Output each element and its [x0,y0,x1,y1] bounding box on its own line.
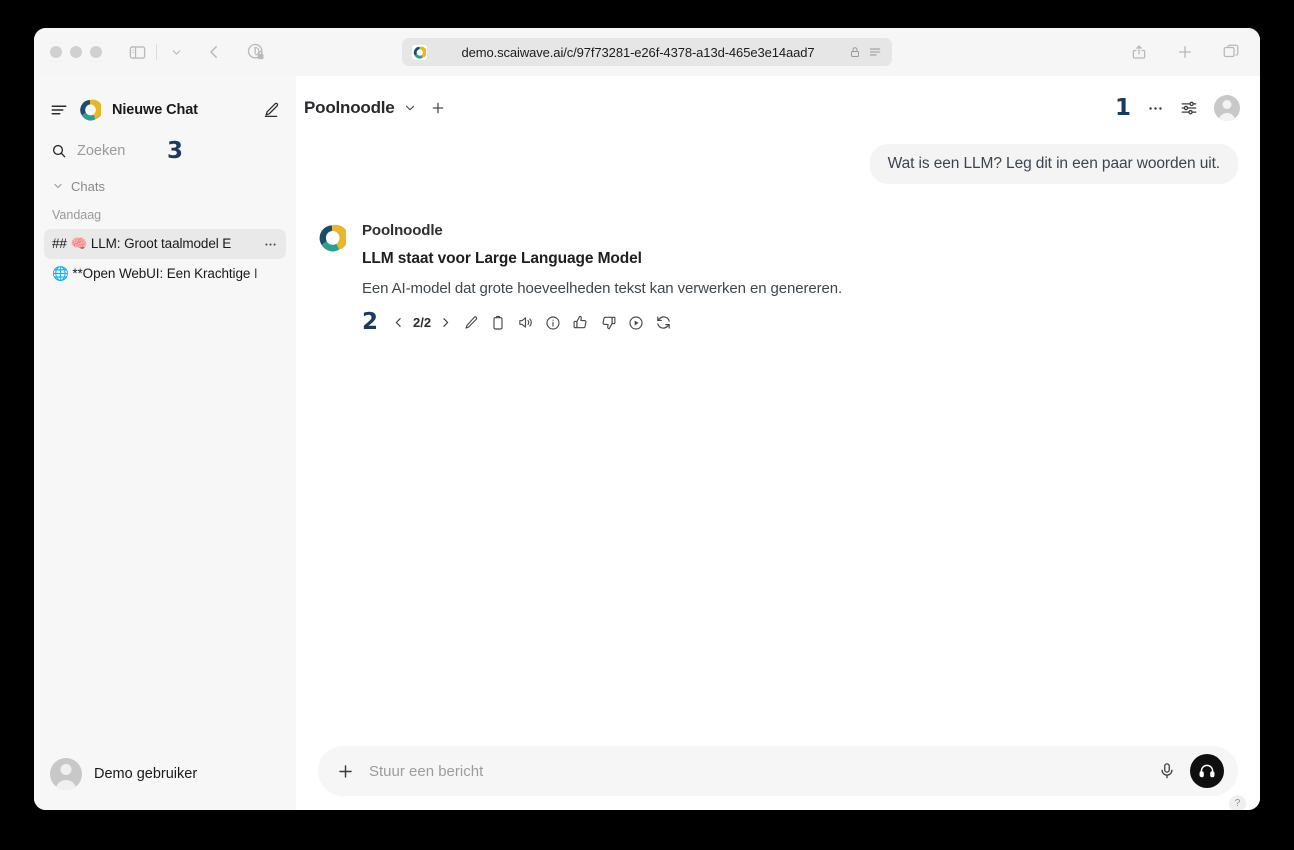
tab-overview-icon[interactable] [1218,39,1244,65]
more-horizontal-icon[interactable] [263,237,278,252]
browser-toolbar: demo.scaiwave.ai/c/97f73281-e26f-4378-a1… [34,28,1260,76]
annotation-marker-2: 2 [362,309,379,335]
response-pager: 2/2 [392,315,452,330]
minimize-window-button[interactable] [70,46,82,58]
more-horizontal-icon[interactable] [1147,100,1164,117]
user-message-row: Wat is een LLM? Leg dit in een paar woor… [318,144,1238,184]
back-arrow-icon[interactable] [201,39,227,65]
site-favicon-icon [412,44,427,60]
model-name: Poolnoodle [304,98,395,117]
add-model-plus-icon[interactable] [430,100,446,116]
sidebar-toggle-icon[interactable] [124,39,150,65]
chevron-down-icon[interactable] [163,39,189,65]
headphones-call-button[interactable] [1190,754,1224,788]
user-message-bubble: Wat is een LLM? Leg dit in een paar woor… [869,144,1238,184]
message-input[interactable] [369,762,1144,780]
address-bar[interactable]: demo.scaiwave.ai/c/97f73281-e26f-4378-a1… [402,38,892,66]
list-item[interactable]: 🌐 **Open WebUI: Een Krachtige I [44,259,286,289]
copy-clipboard-icon[interactable] [490,315,506,331]
assistant-message-row: Poolnoodle LLM staat voor Large Language… [318,222,1238,334]
microphone-icon[interactable] [1158,762,1176,780]
edit-pencil-icon[interactable] [463,315,479,331]
chevron-left-icon[interactable] [392,316,405,329]
attachment-plus-icon[interactable] [336,762,355,781]
sidebar-section-chats[interactable]: Chats [34,174,296,198]
chat-header-actions: 1 [1115,95,1240,121]
lock-icon [849,46,861,58]
model-selector[interactable]: Poolnoodle [304,98,417,118]
list-item[interactable]: ## 🧠 LLM: Groot taalmodel E [44,229,286,259]
poolnoodle-logo-icon [79,99,103,121]
assistant-text: Een AI-model dat grote hoeveelheden teks… [362,280,843,297]
chevron-down-icon[interactable] [403,101,417,115]
chat-header: Poolnoodle 1 [296,84,1260,132]
message-action-bar: 2 2/2 [362,311,1238,334]
chat-item-label: 🌐 **Open WebUI: Een Krachtige I [52,266,258,281]
conversation: Wat is een LLM? Leg dit in een paar woor… [296,132,1260,746]
address-bar-container[interactable]: demo.scaiwave.ai/c/97f73281-e26f-4378-a1… [402,38,892,66]
assistant-name: Poolnoodle [362,222,443,239]
chat-list: ## 🧠 LLM: Groot taalmodel E 🌐 **Open Web… [34,229,296,289]
reader-view-icon[interactable] [868,45,882,59]
edit-pencil-square-icon[interactable] [262,101,280,119]
sidebar-user-row[interactable]: Demo gebruiker [34,758,296,810]
response-page-count: 2/2 [413,315,432,330]
share-icon[interactable] [1126,39,1152,65]
search-input[interactable] [77,143,157,159]
main-content: Poolnoodle 1 Wat is een LLM? Leg dit in … [296,76,1260,810]
thumbs-down-icon[interactable] [600,314,617,331]
hamburger-icon[interactable] [50,101,68,119]
annotation-marker-1: 1 [1114,94,1131,121]
thumbs-up-icon[interactable] [572,314,589,331]
sidebar: Nieuwe Chat Zoeken 3 Chats Vandaag ## 🧠 … [34,76,296,810]
poolnoodle-logo-icon [318,224,349,252]
maximize-window-button[interactable] [90,46,102,58]
composer-container: ? [296,746,1260,810]
sidebar-section-label: Chats [71,178,105,194]
chevron-right-icon[interactable] [439,316,452,329]
avatar [50,758,82,790]
sidebar-title: Nieuwe Chat [112,102,198,118]
help-button[interactable]: ? [1229,795,1246,810]
info-circle-icon[interactable] [545,315,561,331]
sidebar-search-row[interactable]: 3 [34,134,296,168]
privacy-shield-lock-icon[interactable] [243,39,269,65]
close-window-button[interactable] [50,46,62,58]
annotation-marker-3: 3 [167,137,184,164]
chat-item-label: ## 🧠 LLM: Groot taalmodel E [52,236,232,251]
message-composer[interactable]: ? [318,746,1246,810]
toolbar-divider [156,44,157,60]
play-circle-icon[interactable] [628,315,644,331]
address-bar-url: demo.scaiwave.ai/c/97f73281-e26f-4378-a1… [461,44,815,60]
browser-window: demo.scaiwave.ai/c/97f73281-e26f-4378-a1… [34,28,1260,810]
chevron-down-icon [52,180,64,192]
refresh-regenerate-icon[interactable] [655,314,672,331]
app-root: Nieuwe Chat Zoeken 3 Chats Vandaag ## 🧠 … [34,76,1260,810]
assistant-heading: LLM staat voor Large Language Model [362,250,642,267]
speaker-read-aloud-icon[interactable] [517,314,534,331]
sidebar-username: Demo gebruiker [94,766,198,782]
search-icon [51,143,67,159]
sidebar-header: Nieuwe Chat [34,90,296,130]
desktop-background: demo.scaiwave.ai/c/97f73281-e26f-4378-a1… [0,0,1294,850]
avatar[interactable] [1214,95,1240,121]
sidebar-day-label: Vandaag [52,208,102,222]
window-traffic-lights[interactable] [50,46,102,58]
sliders-controls-icon[interactable] [1180,99,1198,117]
new-tab-plus-icon[interactable] [1172,39,1198,65]
